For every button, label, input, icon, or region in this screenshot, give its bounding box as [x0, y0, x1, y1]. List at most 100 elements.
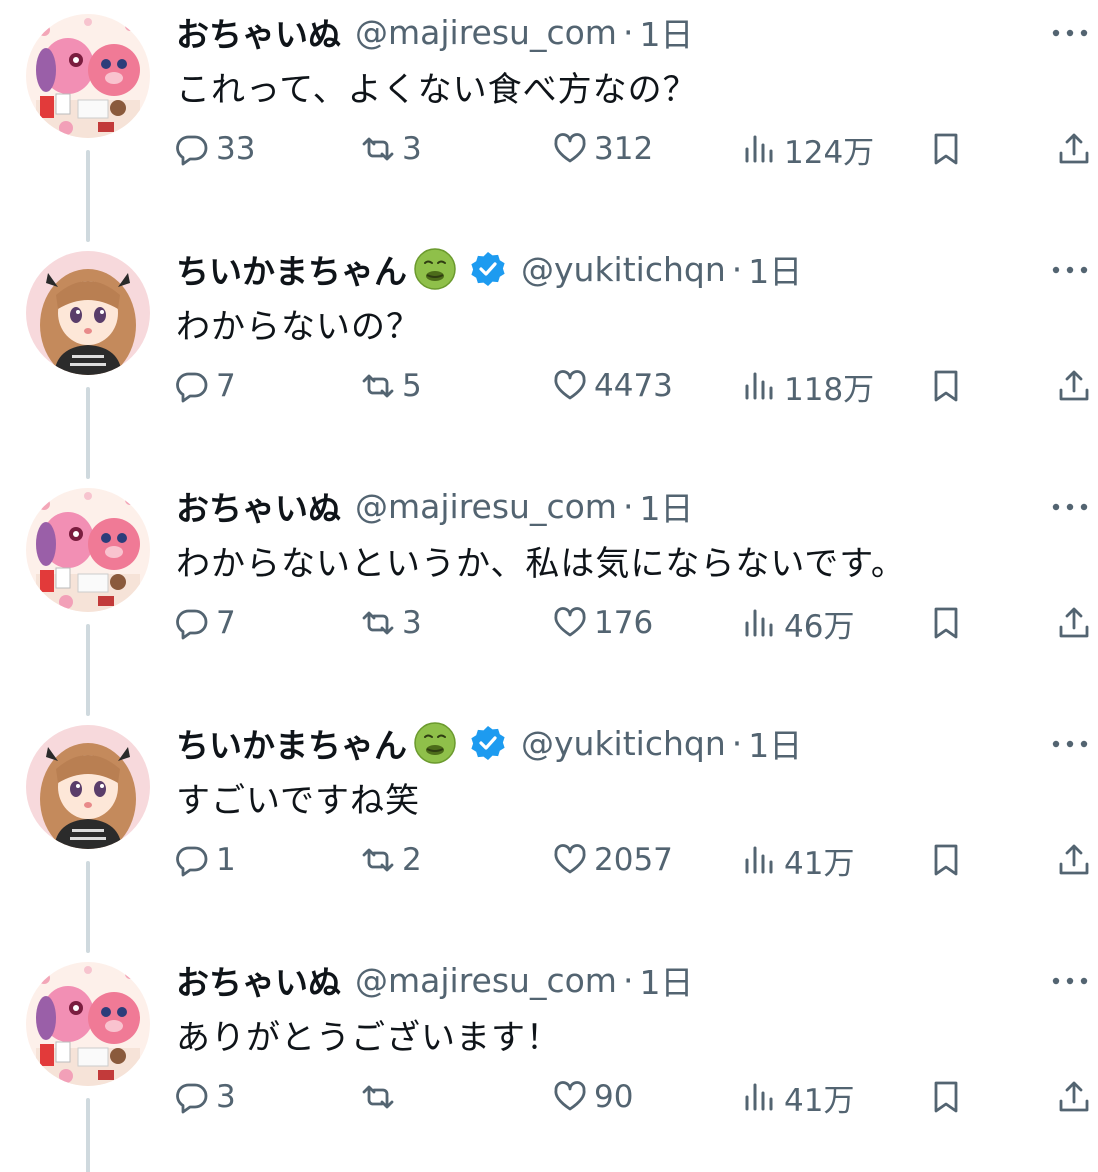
like-button[interactable]: 90	[552, 1074, 633, 1120]
retweet-button[interactable]: 2	[360, 837, 422, 883]
tweet[interactable]: ちいかまちゃん @yukitichqn · 1日 わからないの？ 7 5 447…	[0, 237, 1098, 479]
timestamp[interactable]: 1日	[639, 8, 693, 56]
like-button[interactable]: 176	[552, 600, 653, 646]
share-button[interactable]	[1056, 1074, 1092, 1120]
share-button[interactable]	[1056, 600, 1092, 646]
bookmark-button[interactable]	[928, 363, 964, 409]
share-button[interactable]	[1056, 363, 1092, 409]
timestamp[interactable]: 1日	[748, 719, 802, 767]
action-bar: 7 3 176 46万	[0, 600, 1098, 646]
like-icon	[554, 844, 586, 874]
bookmark-icon	[934, 607, 958, 639]
views-count: 124万	[784, 134, 875, 171]
avatar[interactable]	[26, 251, 150, 375]
bookmark-icon	[934, 370, 958, 402]
more-icon[interactable]	[1048, 966, 1092, 996]
like-button[interactable]: 2057	[552, 837, 673, 883]
more-icon[interactable]	[1048, 255, 1092, 285]
display-name[interactable]: おちゃいぬ	[176, 8, 341, 56]
display-name[interactable]: ちいかまちゃん	[176, 719, 407, 767]
tweet-header: ちいかまちゃん @yukitichqn · 1日	[176, 721, 802, 765]
user-handle[interactable]: @majiresu_com	[355, 13, 617, 52]
reply-icon	[176, 609, 208, 640]
views-button[interactable]: 118万	[742, 363, 874, 409]
views-button[interactable]: 46万	[742, 600, 854, 646]
like-count: 2057	[594, 842, 673, 878]
tweet-text: これって、よくない食べ方なの？	[176, 70, 698, 110]
retweet-button[interactable]	[360, 1074, 402, 1120]
reply-button[interactable]: 3	[174, 1074, 236, 1120]
reply-button[interactable]: 7	[174, 600, 236, 646]
like-button[interactable]: 312	[552, 126, 653, 172]
timestamp[interactable]: 1日	[639, 956, 693, 1004]
separator-dot: ·	[731, 723, 743, 763]
display-name[interactable]: おちゃいぬ	[176, 956, 341, 1004]
retweet-button[interactable]: 5	[360, 363, 422, 409]
views-button[interactable]: 41万	[742, 1074, 854, 1120]
retweet-icon	[362, 137, 394, 161]
views-icon	[745, 372, 773, 400]
reply-button[interactable]: 1	[174, 837, 236, 883]
bookmark-button[interactable]	[928, 126, 964, 172]
more-icon[interactable]	[1048, 729, 1092, 759]
tweet-text: ありがとうございます！	[176, 1018, 561, 1058]
like-count: 176	[594, 605, 654, 641]
tweet[interactable]: おちゃいぬ @majiresu_com · 1日 ありがとうございます！ 3 9…	[0, 948, 1098, 1172]
timestamp[interactable]: 1日	[748, 245, 802, 293]
reply-button[interactable]: 33	[174, 126, 255, 172]
more-icon[interactable]	[1048, 492, 1092, 522]
retweet-count: 3	[402, 605, 422, 641]
like-button[interactable]: 4473	[552, 363, 673, 409]
like-icon	[554, 1081, 586, 1111]
bookmark-button[interactable]	[928, 837, 964, 883]
bookmark-icon	[934, 1081, 958, 1113]
more-icon[interactable]	[1048, 18, 1092, 48]
bookmark-button[interactable]	[928, 1074, 964, 1120]
retweet-button[interactable]: 3	[360, 600, 422, 646]
tweet-header: おちゃいぬ @majiresu_com · 1日	[176, 482, 693, 530]
separator-dot: ·	[731, 249, 743, 289]
bookmark-button[interactable]	[928, 600, 964, 646]
like-icon	[554, 133, 586, 163]
reply-icon	[176, 372, 208, 403]
reply-icon	[176, 135, 208, 166]
share-button[interactable]	[1056, 126, 1092, 172]
action-bar: 3 90 41万	[0, 1074, 1098, 1120]
tweet-header: おちゃいぬ @majiresu_com · 1日	[176, 8, 693, 56]
tweet[interactable]: おちゃいぬ @majiresu_com · 1日 これって、よくない食べ方なの？…	[0, 0, 1098, 242]
reply-icon	[176, 1083, 208, 1114]
avatar[interactable]	[26, 725, 150, 849]
retweet-icon	[362, 611, 394, 635]
share-icon	[1059, 133, 1089, 164]
avatar[interactable]	[26, 488, 150, 612]
views-button[interactable]: 124万	[742, 126, 874, 172]
retweet-button[interactable]: 3	[360, 126, 422, 172]
tweet[interactable]: おちゃいぬ @majiresu_com · 1日 わからないというか、私は気にな…	[0, 474, 1098, 716]
retweet-icon	[362, 374, 394, 398]
separator-dot: ·	[622, 486, 634, 526]
user-handle[interactable]: @yukitichqn	[521, 250, 726, 289]
display-name[interactable]: おちゃいぬ	[176, 482, 341, 530]
avatar[interactable]	[26, 962, 150, 1086]
tweet-header: おちゃいぬ @majiresu_com · 1日	[176, 956, 693, 1004]
reply-button[interactable]: 7	[174, 363, 236, 409]
views-icon	[745, 135, 773, 163]
user-handle[interactable]: @majiresu_com	[355, 487, 617, 526]
bookmark-icon	[934, 133, 958, 165]
share-button[interactable]	[1056, 837, 1092, 883]
avatar[interactable]	[26, 14, 150, 138]
reply-count: 7	[216, 368, 236, 404]
timestamp[interactable]: 1日	[639, 482, 693, 530]
retweet-icon	[362, 848, 394, 872]
user-handle[interactable]: @majiresu_com	[355, 961, 617, 1000]
nauseated-face-icon	[413, 247, 457, 291]
action-bar: 7 5 4473 118万	[0, 363, 1098, 409]
share-icon	[1059, 844, 1089, 875]
tweet[interactable]: ちいかまちゃん @yukitichqn · 1日 すごいですね笑 1 2 205…	[0, 711, 1098, 953]
retweet-count: 2	[402, 842, 422, 878]
display-name[interactable]: ちいかまちゃん	[176, 245, 407, 293]
views-icon	[745, 609, 773, 637]
user-handle[interactable]: @yukitichqn	[521, 724, 726, 763]
share-icon	[1059, 607, 1089, 638]
views-button[interactable]: 41万	[742, 837, 854, 883]
